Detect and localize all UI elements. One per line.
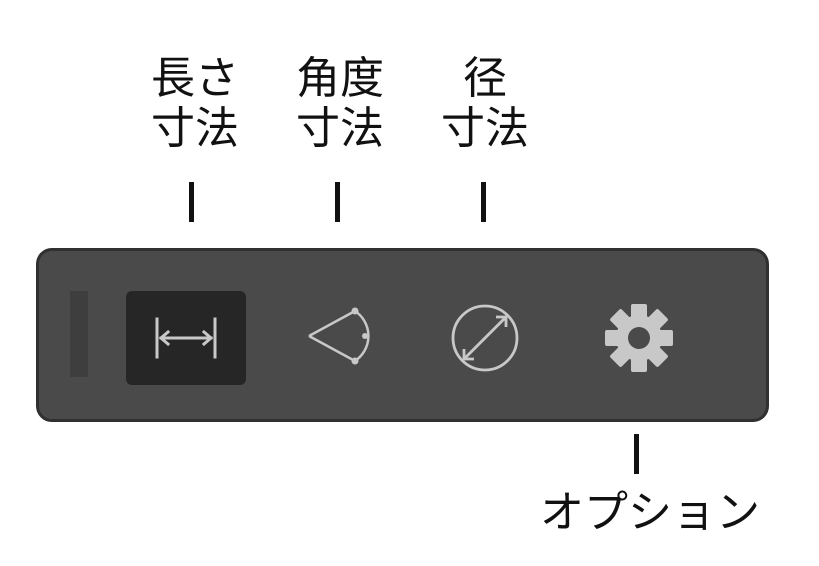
length-dimension-button[interactable] xyxy=(126,291,246,385)
callout-text: 寸法 xyxy=(441,103,529,154)
options-callout: オプション xyxy=(515,488,785,538)
angle-dimension-callout: 角度 寸法 xyxy=(285,54,395,154)
length-dimension-callout: 長さ 寸法 xyxy=(140,54,250,154)
toolbar-drag-handle[interactable] xyxy=(70,291,88,377)
diameter-dimension-callout: 径 寸法 xyxy=(430,54,540,154)
callout-text: 寸法 xyxy=(151,103,239,154)
angle-dimension-icon xyxy=(308,307,370,365)
diameter-dimension-leader xyxy=(481,182,486,222)
callout-text: 径 xyxy=(463,53,507,104)
angle-dimension-leader xyxy=(335,182,340,222)
diameter-dimension-icon xyxy=(451,304,519,372)
angle-dimension-button[interactable] xyxy=(276,291,396,385)
diameter-dimension-button[interactable] xyxy=(425,291,545,385)
gear-icon xyxy=(605,304,673,372)
length-dimension-leader xyxy=(189,182,194,222)
callout-text: オプション xyxy=(540,487,760,538)
options-button[interactable] xyxy=(579,291,699,385)
length-dimension-icon xyxy=(155,317,217,359)
callout-text: 寸法 xyxy=(296,103,384,154)
options-leader xyxy=(634,434,639,474)
dimension-toolbar xyxy=(36,248,769,422)
callout-text: 角度 xyxy=(296,53,384,104)
callout-text: 長さ xyxy=(151,53,239,104)
